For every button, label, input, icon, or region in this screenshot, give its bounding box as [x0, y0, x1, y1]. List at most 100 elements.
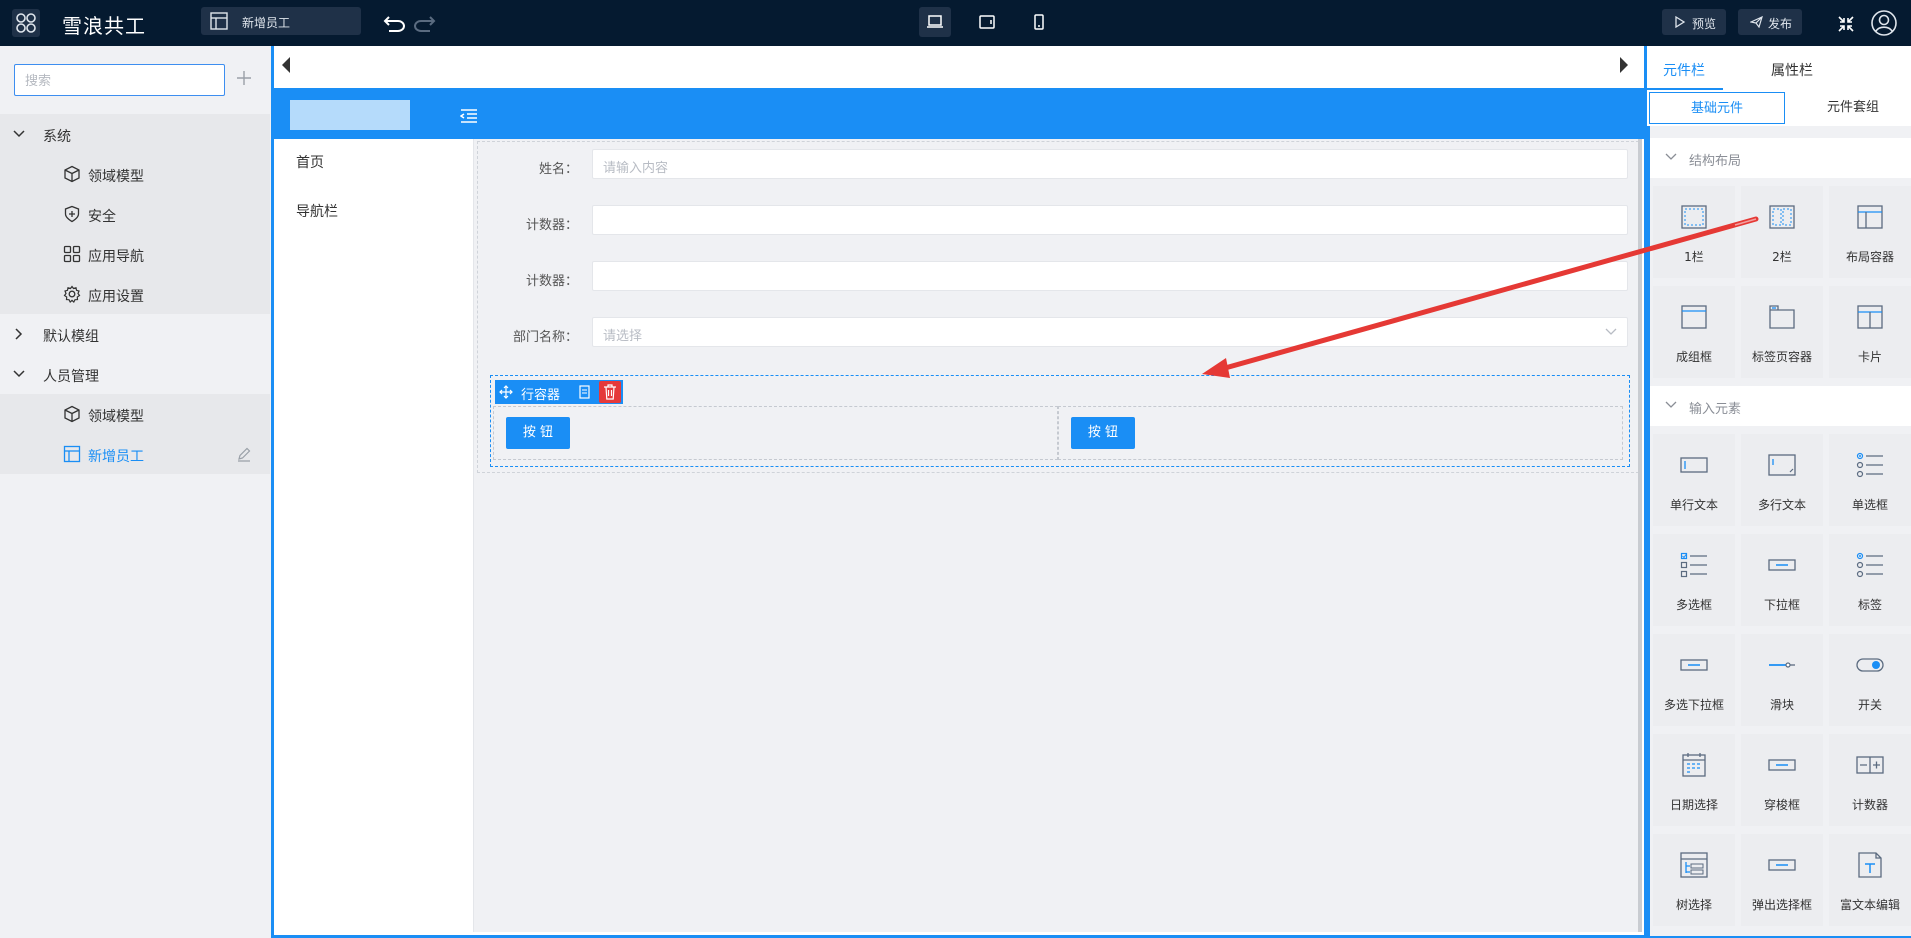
transfer-icon [1768, 759, 1796, 771]
chevron-right-icon [15, 328, 23, 340]
component-group-box[interactable]: 成组框 [1653, 286, 1735, 378]
play-icon [1675, 16, 1686, 28]
tree-item-app-nav[interactable]: 应用导航 [0, 234, 270, 274]
tab-components[interactable]: 元件栏 [1663, 60, 1705, 80]
component-transfer[interactable]: 穿梭框 [1741, 734, 1823, 826]
nav-item-navbar[interactable]: 导航栏 [296, 201, 338, 221]
publish-label: 发布 [1768, 17, 1793, 31]
button-2[interactable]: 按 钮 [1071, 417, 1135, 449]
user-avatar-icon[interactable] [1870, 9, 1898, 37]
component-date-picker[interactable]: 日期选择 [1653, 734, 1735, 826]
component-tree-select[interactable]: 树选择 [1653, 834, 1735, 926]
tree-group-label: 人员管理 [43, 369, 99, 385]
component-rich-text[interactable]: 富文本编辑 [1829, 834, 1911, 926]
menu-fold-icon[interactable] [460, 108, 478, 124]
row-container[interactable]: 行容器 按 钮 按 钮 [490, 375, 1630, 467]
name-input[interactable]: 请输入内容 [592, 149, 1628, 179]
group-box-icon [1681, 305, 1707, 329]
publish-button[interactable]: 发布 [1738, 9, 1803, 35]
component-label: 卡片 [1857, 350, 1882, 364]
component-label: 树选择 [1675, 898, 1712, 912]
caret-left-icon[interactable] [280, 56, 292, 74]
component-tab-container[interactable]: 标签页容器 [1741, 286, 1823, 378]
move-icon[interactable] [499, 385, 513, 399]
tree-group-label: 默认模组 [43, 329, 99, 345]
row-column-1[interactable]: 按 钮 [493, 406, 1058, 460]
nav-item-home[interactable]: 首页 [296, 152, 324, 172]
tree-item-app-settings[interactable]: 应用设置 [0, 274, 270, 314]
delete-button[interactable] [599, 381, 621, 403]
component-slider[interactable]: 滑块 [1741, 634, 1823, 726]
section-title: 结构布局 [1689, 154, 1742, 169]
component-tag[interactable]: 标签 [1829, 534, 1911, 626]
component-switch[interactable]: 开关 [1829, 634, 1911, 726]
component-label: 弹出选择框 [1751, 898, 1812, 912]
tree-item-domain-model-2[interactable]: 领域模型 [0, 394, 270, 434]
page-tab-label: 新增员工 [242, 16, 291, 30]
undo-icon[interactable] [383, 12, 407, 34]
component-label: 开关 [1857, 698, 1882, 712]
tree-group-label: 系统 [43, 129, 71, 145]
component-popup-select[interactable]: 弹出选择框 [1741, 834, 1823, 926]
component-layout-container[interactable]: 布局容器 [1829, 186, 1911, 278]
tree-group-default[interactable]: 默认模组 [0, 314, 270, 354]
field-label: 部门名称： [512, 330, 578, 345]
counter-input-2[interactable] [592, 261, 1628, 291]
edit-pencil-icon[interactable] [236, 446, 252, 462]
counter-input-1[interactable] [592, 205, 1628, 235]
design-canvas[interactable]: 首页 导航栏 姓名： 请输入内容 计数器： 计数器： 部门名称： 请选择 行容器 [271, 46, 1647, 938]
desktop-view-button[interactable] [919, 7, 951, 37]
cube-icon [64, 405, 80, 423]
dropdown-icon [1768, 559, 1796, 571]
search-input[interactable] [14, 64, 225, 96]
component-multi-line-text[interactable]: 多行文本 [1741, 434, 1823, 526]
component-1col[interactable]: 1栏 [1653, 186, 1735, 278]
subtab-basic[interactable]: 基础元件 [1649, 92, 1785, 124]
row-column-2[interactable]: 按 钮 [1058, 406, 1623, 460]
component-card[interactable]: 卡片 [1829, 286, 1911, 378]
component-radio[interactable]: 单选框 [1829, 434, 1911, 526]
tree-group-personnel[interactable]: 人员管理 [0, 354, 270, 394]
component-label: 标签页容器 [1751, 350, 1812, 364]
tree-group-system[interactable]: 系统 [0, 114, 270, 154]
field-label: 计数器： [525, 218, 578, 233]
top-bar: 雪浪共工 新增员工 预览 发布 [0, 0, 1911, 46]
layout-page-icon [210, 12, 228, 30]
section-input[interactable]: 输入元素 [1647, 386, 1911, 426]
tab-container-icon [1769, 305, 1795, 329]
component-counter[interactable]: 计数器 [1829, 734, 1911, 826]
current-page-tab[interactable]: 新增员工 [201, 7, 361, 35]
fullscreen-exit-icon[interactable] [1836, 14, 1856, 34]
component-dropdown[interactable]: 下拉框 [1741, 534, 1823, 626]
tag-list-icon [1856, 552, 1883, 578]
component-2col[interactable]: 2栏 [1741, 186, 1823, 278]
button-1[interactable]: 按 钮 [506, 417, 570, 449]
tree-item-label: 领域模型 [88, 409, 144, 425]
preview-button[interactable]: 预览 [1662, 9, 1727, 35]
mobile-view-button[interactable] [1023, 7, 1055, 37]
card-icon [1857, 305, 1883, 329]
component-label: 计数器 [1851, 798, 1888, 812]
tablet-view-button[interactable] [971, 7, 1003, 37]
subtab-kits[interactable]: 元件套组 [1785, 92, 1911, 124]
form-container[interactable]: 姓名： 请输入内容 计数器： 计数器： 部门名称： 请选择 行容器 按 钮 按 … [477, 141, 1639, 473]
caret-right-icon[interactable] [1618, 56, 1630, 74]
department-select[interactable]: 请选择 [592, 317, 1628, 347]
canvas-scroll-strip [274, 46, 1644, 86]
apps-grid-icon[interactable] [12, 9, 40, 37]
tree-item-domain-model[interactable]: 领域模型 [0, 154, 270, 194]
component-checkbox[interactable]: 多选框 [1653, 534, 1735, 626]
radio-list-icon [1856, 452, 1883, 478]
vertical-scrollbar[interactable] [1638, 139, 1642, 932]
component-single-line-text[interactable]: 单行文本 [1653, 434, 1735, 526]
right-panel: 元件栏 属性栏 基础元件 元件套组 结构布局 1栏 2栏 布局容器 成组框 标签… [1647, 46, 1911, 938]
copy-icon[interactable] [577, 385, 591, 399]
component-multi-dropdown[interactable]: 多选下拉框 [1653, 634, 1735, 726]
tree-item-security[interactable]: 安全 [0, 194, 270, 234]
tree-item-new-employee[interactable]: 新增员工 [0, 434, 270, 474]
section-layout[interactable]: 结构布局 [1647, 138, 1911, 178]
add-icon[interactable] [234, 68, 254, 88]
trash-icon [604, 384, 616, 400]
tab-properties[interactable]: 属性栏 [1771, 60, 1813, 80]
redo-icon[interactable] [412, 12, 436, 34]
